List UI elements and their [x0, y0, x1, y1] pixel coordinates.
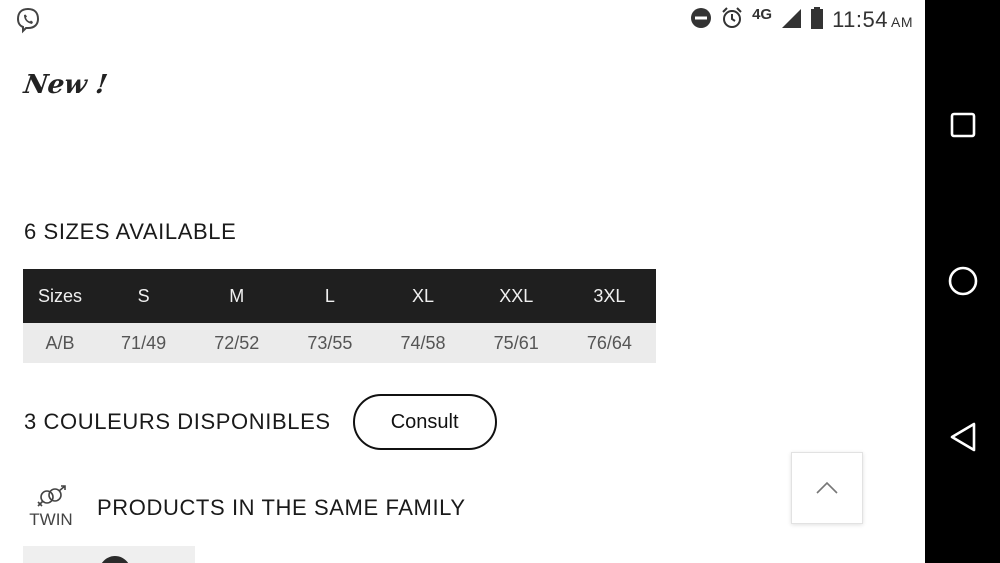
viber-icon [14, 6, 42, 34]
size-cell: 71/49 [97, 323, 191, 363]
size-header-cell: 3XL [562, 269, 656, 323]
square-icon [950, 112, 975, 138]
alarm-icon [720, 6, 744, 35]
home-button[interactable] [925, 251, 1000, 311]
size-cell: A/B [23, 323, 97, 363]
family-title: PRODUCTS IN THE SAME FAMILY [97, 495, 466, 520]
size-cell: 73/55 [283, 323, 377, 363]
triangle-back-icon [950, 422, 975, 452]
size-table-row: A/B 71/49 72/52 73/55 74/58 75/61 76/64 [23, 323, 656, 363]
size-table: Sizes S M L XL XXL 3XL A/B 71/49 72/52 7… [23, 269, 656, 363]
network-type: 4G [752, 5, 773, 23]
sizes-title: 6 SIZES AVAILABLE [24, 219, 237, 244]
size-header-cell: Sizes [23, 269, 97, 323]
battery-icon [810, 6, 824, 35]
back-button[interactable] [925, 407, 1000, 467]
app-content: 4G 11:54 AM New ! 6 SIZES AVAILABLE Sizes… [0, 0, 925, 563]
size-cell: 74/58 [376, 323, 470, 363]
size-cell: 72/52 [190, 323, 284, 363]
clock-time: 11:54 [832, 7, 888, 32]
size-header-cell: XL [376, 269, 470, 323]
size-header-cell: M [190, 269, 284, 323]
size-table-header-row: Sizes S M L XL XXL 3XL [23, 269, 656, 323]
colors-row: 3 COULEURS DISPONIBLES Consult [24, 394, 497, 450]
signal-icon [780, 7, 802, 34]
size-header-cell: L [283, 269, 377, 323]
size-cell: 75/61 [469, 323, 563, 363]
size-cell: 76/64 [562, 323, 656, 363]
circle-icon [948, 266, 977, 296]
twin-icon: TWIN [24, 485, 78, 531]
chevron-up-icon [816, 481, 838, 494]
status-bar: 4G 11:54 AM [0, 0, 925, 40]
clock-ampm: AM [891, 14, 913, 30]
clock: 11:54 AM [832, 7, 913, 33]
do-not-disturb-icon [690, 7, 712, 34]
scroll-top-button[interactable] [791, 452, 863, 524]
recent-apps-button[interactable] [925, 95, 1000, 155]
product-thumbnail[interactable] [23, 546, 195, 563]
size-header-cell: XXL [469, 269, 563, 323]
consult-button[interactable]: Consult [352, 394, 497, 450]
status-icons: 4G 11:54 AM [690, 4, 913, 36]
twin-label: TWIN [29, 510, 73, 529]
new-badge: New ! [21, 70, 110, 100]
gender-symbols-icon [37, 485, 66, 507]
size-header-cell: S [97, 269, 191, 323]
navigation-bar [925, 0, 1000, 563]
colors-title: 3 COULEURS DISPONIBLES [24, 409, 331, 434]
